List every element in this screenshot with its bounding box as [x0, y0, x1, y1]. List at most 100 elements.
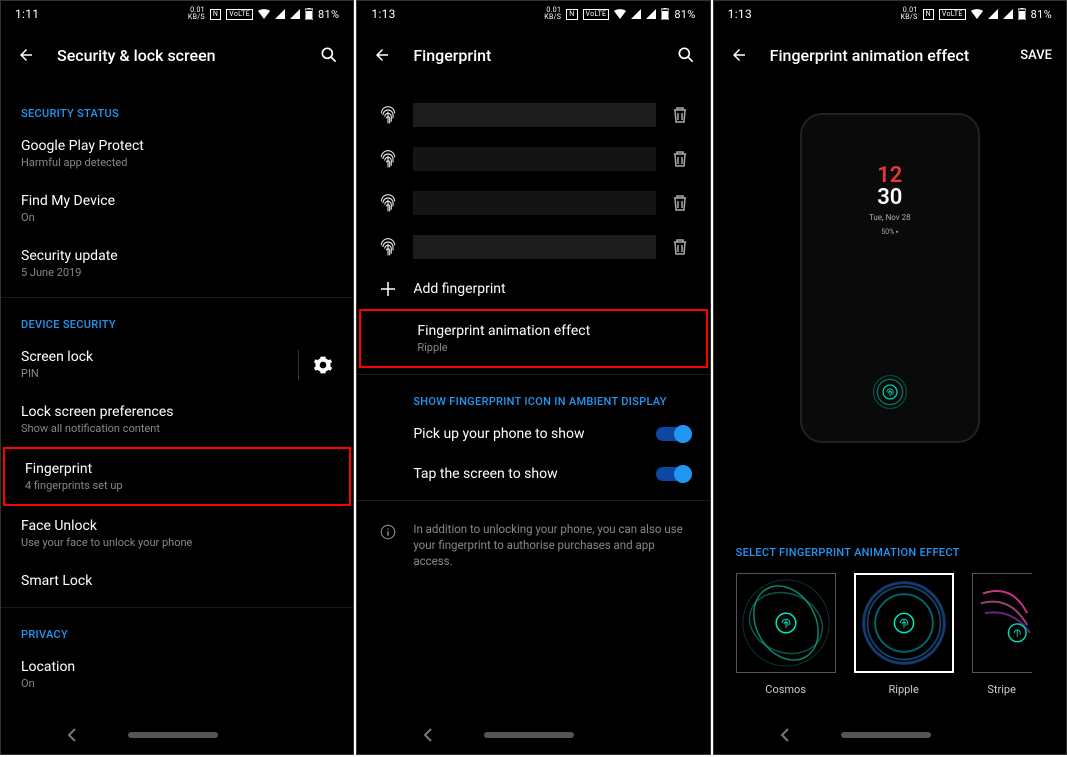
battery-pct: 81%	[1031, 8, 1052, 21]
item-sub: Ripple	[417, 341, 685, 354]
fingerprint-name-redacted[interactable]	[413, 235, 655, 259]
toggle-pickup[interactable]	[656, 427, 690, 441]
effect-cosmos[interactable]: Cosmos	[736, 573, 836, 696]
effect-ripple[interactable]: Ripple	[854, 573, 954, 696]
effect-thumb-cosmos[interactable]	[736, 573, 836, 673]
wifi-icon	[258, 9, 270, 19]
item-title: Pick up your phone to show	[413, 426, 689, 442]
item-fingerprint[interactable]: Fingerprint 4 fingerprints set up	[3, 447, 351, 506]
nav-back-icon[interactable]	[422, 728, 434, 742]
nav-back-icon[interactable]	[779, 728, 791, 742]
status-time: 1:11	[15, 7, 39, 21]
item-google-play-protect[interactable]: Google Play Protect Harmful app detected	[1, 126, 353, 181]
item-screen-lock[interactable]: Screen lock PIN	[1, 337, 353, 392]
app-header: Fingerprint	[357, 27, 709, 83]
item-title: Face Unlock	[21, 518, 333, 534]
preview-area: 12 30 Tue, Nov 28 50% ▪	[714, 93, 1066, 443]
nav-bar	[357, 716, 709, 754]
fingerprint-entry-3[interactable]	[357, 181, 709, 225]
signal-icon	[988, 9, 998, 19]
item-title: Tap the screen to show	[413, 466, 689, 482]
nav-back-icon[interactable]	[66, 728, 78, 742]
item-sub: Show all notification content	[21, 422, 333, 435]
kbs-indicator: 0.01KB/S	[188, 7, 205, 21]
nav-bar	[714, 716, 1066, 754]
item-sub: 4 fingerprints set up	[25, 479, 329, 492]
nav-home-pill[interactable]	[841, 732, 931, 738]
item-sub: On	[21, 211, 333, 224]
nfc-icon: N	[566, 9, 577, 20]
divider	[1, 297, 353, 298]
signal-icon	[631, 9, 641, 19]
fingerprint-name-redacted[interactable]	[413, 191, 655, 215]
effect-thumb-stripe[interactable]	[972, 573, 1032, 673]
clock-battery: 50% ▪	[881, 228, 898, 236]
fingerprint-entry-2[interactable]	[357, 137, 709, 181]
screen-fingerprint: 1:13 0.01KB/S N VoLTE 81% Fingerprint	[356, 0, 710, 755]
fingerprint-icon	[377, 237, 399, 257]
item-face-unlock[interactable]: Face Unlock Use your face to unlock your…	[1, 506, 353, 561]
save-button[interactable]: SAVE	[1020, 48, 1052, 63]
fingerprint-entry-4[interactable]	[357, 225, 709, 269]
status-right: 0.01KB/S N VoLTE 81%	[544, 7, 695, 21]
page-title: Fingerprint animation effect	[770, 46, 1021, 65]
divider	[357, 374, 709, 375]
status-right: 0.01KB/S N VoLTE 81%	[188, 7, 339, 21]
status-bar: 1:13 0.01KB/S N VoLTE 81%	[714, 1, 1066, 27]
back-icon[interactable]	[728, 44, 750, 66]
status-bar: 1:13 0.01KB/S N VoLTE 81%	[357, 1, 709, 27]
item-smart-lock[interactable]: Smart Lock	[1, 561, 353, 601]
clock-hours: 12	[877, 165, 902, 187]
item-title: Fingerprint	[25, 461, 329, 477]
effect-name: Cosmos	[765, 683, 806, 696]
content-scroll[interactable]: SECURITY STATUS Google Play Protect Harm…	[1, 83, 353, 716]
delete-icon[interactable]	[670, 194, 690, 212]
back-icon[interactable]	[15, 44, 37, 66]
item-lock-screen-prefs[interactable]: Lock screen preferences Show all notific…	[1, 392, 353, 447]
nav-home-pill[interactable]	[484, 732, 574, 738]
item-sub: 5 June 2019	[21, 266, 333, 279]
effects-list[interactable]: Cosmos Ripple	[714, 573, 1066, 696]
gear-icon[interactable]	[313, 355, 333, 375]
status-time: 1:13	[728, 7, 752, 21]
nfc-icon: N	[210, 9, 221, 20]
status-bar: 1:11 0.01KB/S N VoLTE 81%	[1, 1, 353, 27]
fingerprint-name-redacted[interactable]	[413, 147, 655, 171]
item-tap-show[interactable]: Tap the screen to show	[357, 454, 709, 494]
delete-icon[interactable]	[670, 106, 690, 124]
signal-icon-2	[1003, 9, 1013, 19]
fingerprint-icon	[377, 193, 399, 213]
fingerprint-entry-1[interactable]	[357, 93, 709, 137]
back-icon[interactable]	[371, 44, 393, 66]
delete-icon[interactable]	[670, 238, 690, 256]
effect-thumb-ripple[interactable]	[854, 573, 954, 673]
item-security-update[interactable]: Security update 5 June 2019	[1, 236, 353, 291]
section-privacy: PRIVACY	[1, 614, 353, 647]
clock-minutes: 30	[877, 187, 902, 209]
toggle-tap[interactable]	[656, 467, 690, 481]
item-find-my-device[interactable]: Find My Device On	[1, 181, 353, 236]
page-title: Security & lock screen	[57, 46, 319, 65]
screen-animation-effect: 1:13 0.01KB/S N VoLTE 81% Fingerprint an…	[713, 0, 1067, 755]
search-icon[interactable]	[676, 45, 696, 65]
fingerprint-name-redacted[interactable]	[413, 103, 655, 127]
item-fingerprint-animation[interactable]: Fingerprint animation effect Ripple	[359, 309, 707, 368]
effect-stripe[interactable]: Stripe	[972, 573, 1032, 696]
nav-home-pill[interactable]	[128, 732, 218, 738]
search-icon[interactable]	[319, 45, 339, 65]
item-location[interactable]: Location On	[1, 647, 353, 702]
volte-icon: VoLTE	[583, 9, 610, 20]
add-fingerprint[interactable]: Add fingerprint	[357, 269, 709, 309]
signal-icon-2	[290, 9, 300, 19]
signal-icon-2	[646, 9, 656, 19]
content-scroll[interactable]: Add fingerprint Fingerprint animation ef…	[357, 83, 709, 716]
screen-lock-settings[interactable]	[298, 350, 333, 380]
status-time: 1:13	[371, 7, 395, 21]
status-right: 0.01KB/S N VoLTE 81%	[901, 7, 1052, 21]
delete-icon[interactable]	[670, 150, 690, 168]
divider	[357, 500, 709, 501]
item-sub: Use your face to unlock your phone	[21, 536, 333, 549]
item-pickup-show[interactable]: Pick up your phone to show	[357, 414, 709, 454]
divider	[1, 607, 353, 608]
content-scroll[interactable]: 12 30 Tue, Nov 28 50% ▪ SELECT FIN	[714, 83, 1066, 716]
